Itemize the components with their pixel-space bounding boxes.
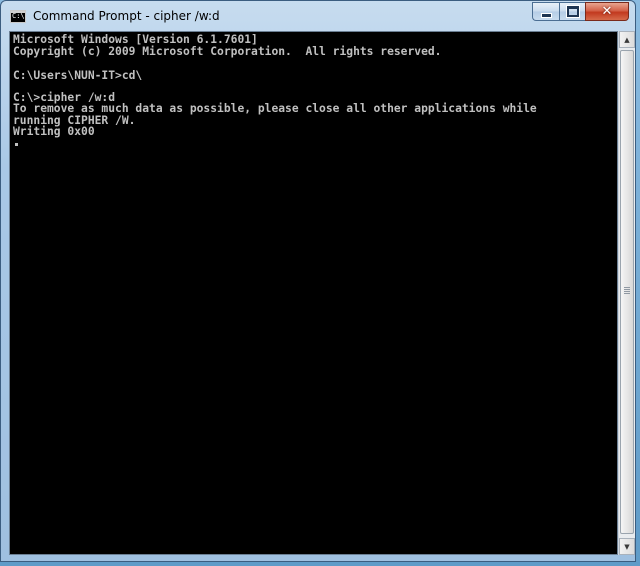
console-line: Copyright (c) 2009 Microsoft Corporation… bbox=[13, 45, 442, 58]
vertical-scrollbar[interactable]: ▲ ▼ bbox=[618, 31, 635, 555]
command-prompt-icon[interactable]: C:\ bbox=[10, 10, 26, 23]
close-icon: ✕ bbox=[601, 4, 613, 19]
close-button[interactable]: ✕ bbox=[585, 2, 629, 21]
window-controls: ✕ bbox=[532, 2, 629, 22]
maximize-icon bbox=[566, 6, 579, 17]
app-icon-label: C:\ bbox=[12, 12, 25, 20]
text-cursor bbox=[15, 143, 18, 146]
console-output[interactable]: Microsoft Windows [Version 6.1.7601] Cop… bbox=[9, 31, 618, 555]
grip-icon bbox=[624, 287, 630, 294]
scrollbar-thumb[interactable] bbox=[620, 50, 634, 534]
command-prompt-window: C:\ Command Prompt - cipher /w:d ✕ Micro… bbox=[0, 0, 636, 562]
window-title: Command Prompt - cipher /w:d bbox=[33, 9, 220, 23]
window-bottom-border bbox=[1, 555, 635, 562]
arrow-up-icon: ▲ bbox=[624, 35, 630, 44]
maximize-button[interactable] bbox=[559, 2, 585, 21]
scroll-down-button[interactable]: ▼ bbox=[619, 538, 635, 555]
console-line: C:\Users\NUN-IT>cd\ bbox=[13, 69, 143, 82]
minimize-button[interactable] bbox=[532, 2, 559, 21]
minimize-icon bbox=[541, 13, 551, 17]
arrow-down-icon: ▼ bbox=[624, 542, 630, 551]
scroll-up-button[interactable]: ▲ bbox=[619, 31, 635, 48]
title-bar[interactable]: C:\ Command Prompt - cipher /w:d ✕ bbox=[1, 1, 635, 31]
console-line: Writing 0x00 bbox=[13, 125, 95, 138]
